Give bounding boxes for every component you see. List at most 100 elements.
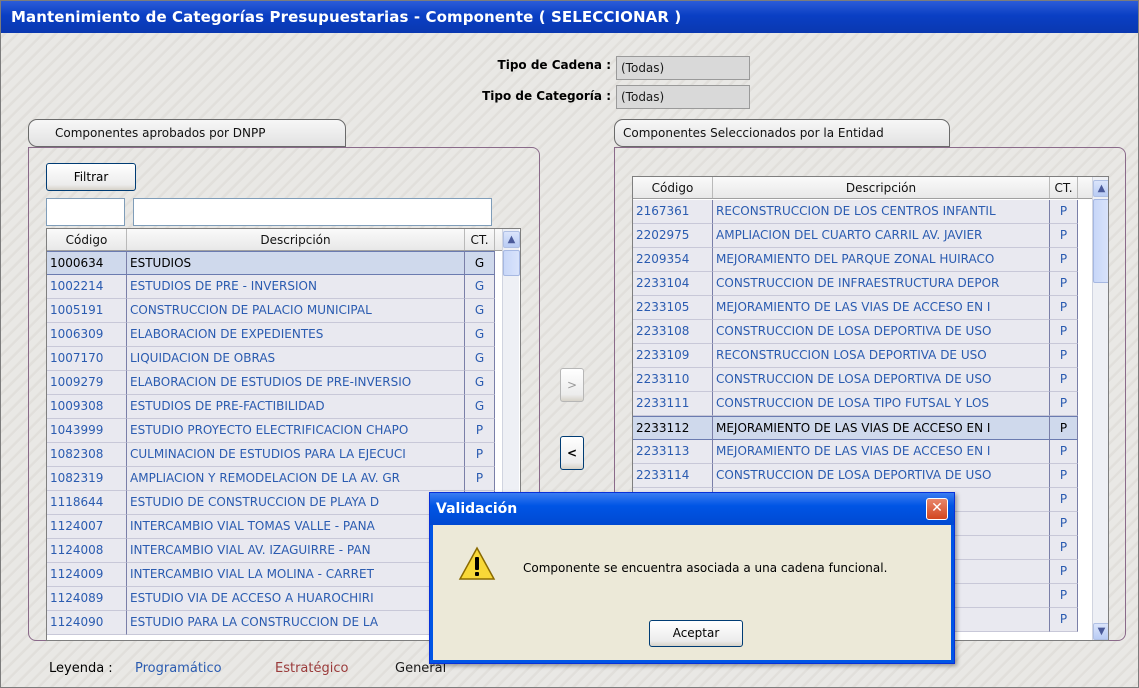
cell-description: ESTUDIO VIA DE ACCESO A HUAROCHIRI — [127, 587, 465, 611]
remove-component-button[interactable]: < — [560, 436, 584, 470]
cell-code: 1000634 — [47, 251, 127, 275]
warning-icon — [458, 546, 496, 580]
cell-ct: P — [1050, 512, 1078, 536]
table-row[interactable]: 2202975 AMPLIACION DEL CUARTO CARRIL AV. … — [633, 224, 1078, 248]
filter-code-input[interactable] — [46, 198, 125, 226]
cell-ct: P — [465, 443, 495, 467]
right-col-descripcion[interactable]: Descripción — [713, 177, 1050, 198]
cell-code: 2233112 — [633, 416, 713, 440]
table-row[interactable]: 2233111 CONSTRUCCION DE LOSA TIPO FUTSAL … — [633, 392, 1078, 416]
filter-description-input[interactable] — [133, 198, 492, 226]
cell-description: CONSTRUCCION DE LOSA DEPORTIVA DE USO — [713, 320, 1050, 344]
table-row[interactable]: 2233108 CONSTRUCCION DE LOSA DEPORTIVA DE… — [633, 320, 1078, 344]
cell-ct: P — [1050, 584, 1078, 608]
cell-code: 1082308 — [47, 443, 127, 467]
table-row[interactable]: 2167361 RECONSTRUCCION DE LOS CENTROS INF… — [633, 200, 1078, 224]
cell-ct: P — [1050, 392, 1078, 416]
cell-description: ESTUDIO PARA LA CONSTRUCCION DE LA — [127, 611, 465, 635]
cell-ct: G — [465, 251, 495, 275]
cell-description: CONSTRUCCION DE PALACIO MUNICIPAL — [127, 299, 465, 323]
table-row[interactable]: 2233109 RECONSTRUCCION LOSA DEPORTIVA DE … — [633, 344, 1078, 368]
table-row[interactable]: 2233110 CONSTRUCCION DE LOSA DEPORTIVA DE… — [633, 368, 1078, 392]
cell-ct: P — [465, 419, 495, 443]
left-scroll-thumb[interactable] — [503, 250, 520, 276]
right-col-codigo[interactable]: Código — [633, 177, 713, 198]
cell-code: 2233108 — [633, 320, 713, 344]
cell-code: 1002214 — [47, 275, 127, 299]
cell-ct: G — [465, 299, 495, 323]
cell-code: 1124007 — [47, 515, 127, 539]
cell-code: 2233113 — [633, 440, 713, 464]
cell-code: 1009308 — [47, 395, 127, 419]
table-row[interactable]: 1124007 INTERCAMBIO VIAL TOMAS VALLE - PA… — [47, 515, 495, 539]
cell-code: 2233110 — [633, 368, 713, 392]
table-row[interactable]: 1009308 ESTUDIOS DE PRE-FACTIBILIDAD G — [47, 395, 495, 419]
table-row[interactable]: 1124008 INTERCAMBIO VIAL AV. IZAGUIRRE - … — [47, 539, 495, 563]
table-row[interactable]: 2233114 CONSTRUCCION DE LOSA DEPORTIVA DE… — [633, 464, 1078, 488]
cell-code: 2233114 — [633, 464, 713, 488]
cell-ct: G — [465, 347, 495, 371]
table-row[interactable]: 1009279 ELABORACION DE ESTUDIOS DE PRE-IN… — [47, 371, 495, 395]
cell-description: CONSTRUCCION DE LOSA DEPORTIVA DE USO — [713, 368, 1050, 392]
table-row[interactable]: 1082308 CULMINACION DE ESTUDIOS PARA LA E… — [47, 443, 495, 467]
scroll-down-icon[interactable]: ▼ — [1093, 623, 1108, 640]
ok-button[interactable]: Aceptar — [649, 620, 743, 647]
table-row[interactable]: 2233105 MEJORAMIENTO DE LAS VIAS DE ACCES… — [633, 296, 1078, 320]
table-row[interactable]: 1124009 INTERCAMBIO VIAL LA MOLINA - CARR… — [47, 563, 495, 587]
cell-ct: P — [1050, 224, 1078, 248]
right-col-ct[interactable]: CT. — [1050, 177, 1078, 198]
cell-ct: G — [465, 371, 495, 395]
filter-button[interactable]: Filtrar — [46, 163, 136, 191]
cell-description: ELABORACION DE EXPEDIENTES — [127, 323, 465, 347]
cell-ct: G — [465, 323, 495, 347]
table-row[interactable]: 1082319 AMPLIACION Y REMODELACION DE LA A… — [47, 467, 495, 491]
right-group-title: Componentes Seleccionados por la Entidad — [614, 119, 950, 147]
cell-description: AMPLIACION Y REMODELACION DE LA AV. GR — [127, 467, 465, 491]
cell-code: 2233104 — [633, 272, 713, 296]
tipo-cadena-field[interactable]: (Todas) — [616, 56, 750, 80]
table-row[interactable]: 1006309 ELABORACION DE EXPEDIENTES G — [47, 323, 495, 347]
table-row[interactable]: 1000634 ESTUDIOS G — [47, 251, 495, 275]
cell-code: 1124008 — [47, 539, 127, 563]
table-row[interactable]: 1043999 ESTUDIO PROYECTO ELECTRIFICACION … — [47, 419, 495, 443]
cell-description: LIQUIDACION DE OBRAS — [127, 347, 465, 371]
table-row[interactable]: 1007170 LIQUIDACION DE OBRAS G — [47, 347, 495, 371]
tipo-categoria-field[interactable]: (Todas) — [616, 85, 750, 109]
table-row[interactable]: 2233112 MEJORAMIENTO DE LAS VIAS DE ACCES… — [633, 416, 1078, 440]
cell-ct: G — [465, 275, 495, 299]
cell-description: MEJORAMIENTO DE LAS VIAS DE ACCESO EN I — [713, 416, 1050, 440]
cell-description: INTERCAMBIO VIAL TOMAS VALLE - PANA — [127, 515, 465, 539]
scroll-up-icon[interactable]: ▲ — [503, 231, 520, 248]
cell-ct: P — [1050, 344, 1078, 368]
table-row[interactable]: 1124090 ESTUDIO PARA LA CONSTRUCCION DE L… — [47, 611, 495, 635]
left-col-codigo[interactable]: Código — [47, 229, 127, 250]
table-row[interactable]: 2233113 MEJORAMIENTO DE LAS VIAS DE ACCES… — [633, 440, 1078, 464]
validation-dialog: Validación ✕ Componente se encuentra aso… — [429, 492, 955, 664]
table-row[interactable]: 1005191 CONSTRUCCION DE PALACIO MUNICIPAL… — [47, 299, 495, 323]
tipo-cadena-label: Tipo de Cadena : — [497, 58, 611, 72]
table-row[interactable]: 1002214 ESTUDIOS DE PRE - INVERSION G — [47, 275, 495, 299]
cell-ct: P — [1050, 440, 1078, 464]
cell-ct: P — [1050, 248, 1078, 272]
cell-description: INTERCAMBIO VIAL LA MOLINA - CARRET — [127, 563, 465, 587]
dialog-message: Componente se encuentra asociada a una c… — [523, 561, 888, 575]
table-row[interactable]: 1124089 ESTUDIO VIA DE ACCESO A HUAROCHIR… — [47, 587, 495, 611]
table-row[interactable]: 2209354 MEJORAMIENTO DEL PARQUE ZONAL HUI… — [633, 248, 1078, 272]
cell-description: CONSTRUCCION DE LOSA DEPORTIVA DE USO — [713, 464, 1050, 488]
cell-description: RECONSTRUCCION LOSA DEPORTIVA DE USO — [713, 344, 1050, 368]
table-row[interactable]: 1118644 ESTUDIO DE CONSTRUCCION DE PLAYA … — [47, 491, 495, 515]
left-col-ct[interactable]: CT. — [465, 229, 495, 250]
cell-code: 2233109 — [633, 344, 713, 368]
right-scroll-thumb[interactable] — [1093, 199, 1108, 283]
cell-ct: P — [1050, 464, 1078, 488]
right-scrollbar[interactable]: ▲ ▼ — [1092, 177, 1108, 640]
cell-ct: P — [1050, 272, 1078, 296]
cell-ct: P — [1050, 320, 1078, 344]
cell-ct: P — [1050, 560, 1078, 584]
left-col-descripcion[interactable]: Descripción — [127, 229, 465, 250]
scroll-up-icon[interactable]: ▲ — [1093, 180, 1108, 197]
table-row[interactable]: 2233104 CONSTRUCCION DE INFRAESTRUCTURA D… — [633, 272, 1078, 296]
close-icon[interactable]: ✕ — [926, 498, 948, 520]
cell-description: AMPLIACION DEL CUARTO CARRIL AV. JAVIER — [713, 224, 1050, 248]
add-component-button[interactable]: > — [560, 368, 584, 402]
